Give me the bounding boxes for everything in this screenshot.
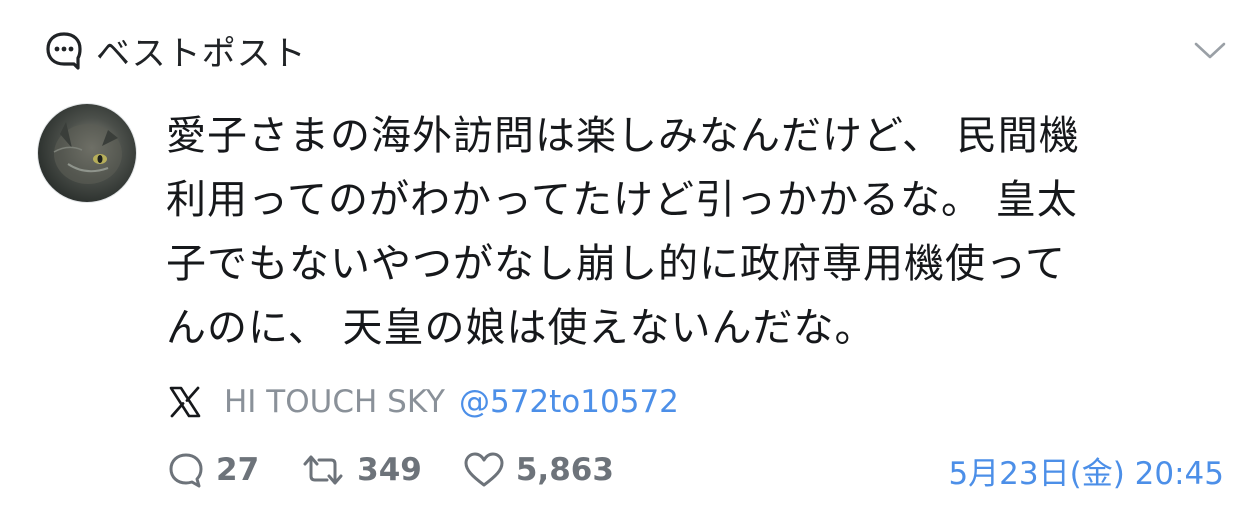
repost-icon [303,455,343,485]
chevron-down-icon[interactable] [1192,38,1228,62]
post-source[interactable]: HI TOUCH SKY @572to10572 [168,384,679,420]
x-logo-icon [168,385,202,419]
best-post-label: ベストポスト [96,33,307,74]
reply-count: 27 [216,452,260,488]
repost-count: 349 [357,452,422,488]
speech-bubble-icon [44,30,84,70]
reply-icon [169,453,203,488]
best-post-header: ベストポスト [44,28,307,74]
engagement-stats: 27 349 5,863 [166,446,654,494]
repost-button[interactable]: 349 [299,450,422,490]
like-count: 5,863 [515,452,614,488]
post-timestamp[interactable]: 5月23日(金) 20:45 [948,448,1224,493]
best-post-card: ベストポスト 愛子さまの海外訪問は楽しみなんだけど、 民間機 利用ってのがわかっ… [0,0,1260,510]
author-name[interactable]: HI TOUCH SKY [224,384,445,420]
author-handle[interactable]: @572to10572 [459,384,679,420]
heart-icon [464,452,504,487]
post-body-text: 愛子さまの海外訪問は楽しみなんだけど、 民間機 利用ってのがわかってたけど引っか… [166,113,1080,351]
reply-button[interactable]: 27 [166,450,259,490]
like-button[interactable]: 5,863 [462,450,614,490]
avatar[interactable] [38,104,136,202]
